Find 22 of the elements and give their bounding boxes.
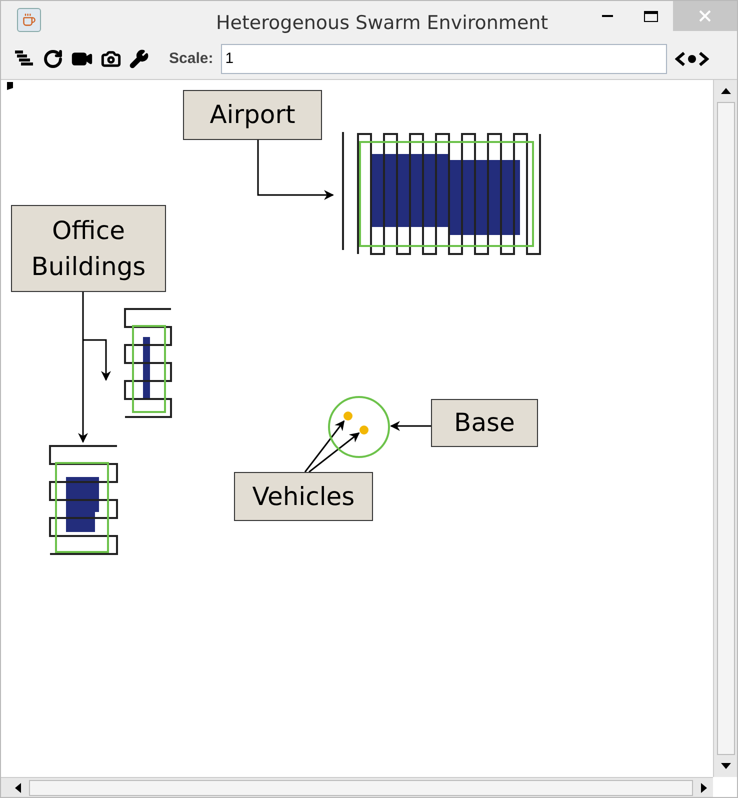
- scale-label: Scale:: [169, 48, 214, 69]
- expand-arrows-icon[interactable]: [675, 51, 710, 67]
- callout-label: Office Buildings: [11, 205, 166, 292]
- close-icon: [699, 10, 711, 22]
- leader-arrow: [304, 420, 345, 472]
- vertical-scrollbar[interactable]: [713, 80, 737, 777]
- window-title: Heterogenous Swarm Environment: [216, 11, 548, 36]
- callout-label: Base: [431, 399, 538, 447]
- camera-icon[interactable]: [101, 49, 121, 69]
- refresh-icon[interactable]: [43, 49, 63, 69]
- base-circle: [328, 396, 390, 458]
- scale-field[interactable]: 1: [221, 44, 668, 74]
- callout-label: Airport: [183, 90, 322, 140]
- vehicle-dot: [344, 412, 352, 420]
- callout-label: Vehicles: [234, 472, 373, 521]
- wrench-icon[interactable]: [129, 49, 149, 69]
- horizontal-scrollbar[interactable]: [1, 777, 713, 797]
- vehicle-dot: [360, 426, 368, 434]
- leader-arrow: [390, 421, 431, 431]
- corner-marker-icon: [7, 82, 13, 90]
- leader-arrow: [308, 432, 360, 473]
- app-icon: [17, 8, 41, 32]
